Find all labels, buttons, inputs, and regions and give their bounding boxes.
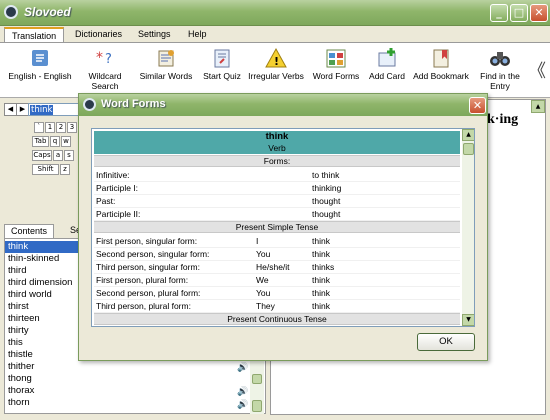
- irregular-verbs-icon: !: [265, 47, 287, 69]
- add-card-icon: [376, 47, 398, 69]
- wildcard-search-button[interactable]: *? Wildcard Search: [80, 47, 130, 91]
- toolbar-more-icon[interactable]: 《: [528, 57, 546, 83]
- key[interactable]: `: [34, 122, 44, 133]
- add-card-button[interactable]: Add Card: [366, 47, 408, 81]
- title-bar: Slovoed _ □ ✕: [0, 0, 550, 26]
- table-row: Participle II: thought: [94, 208, 460, 221]
- binoculars-icon: [489, 47, 511, 69]
- headword: think: [265, 131, 289, 142]
- add-bookmark-button[interactable]: Add Bookmark: [412, 47, 470, 81]
- table-row: Third person, plural form: They think: [94, 300, 460, 313]
- svg-text:!: !: [274, 55, 279, 68]
- list-item[interactable]: thorax: [8, 385, 34, 397]
- minimize-button[interactable]: _: [490, 4, 508, 22]
- quiz-icon: [211, 47, 233, 69]
- list-item[interactable]: thistle: [8, 349, 33, 361]
- similar-words-icon: [155, 47, 177, 69]
- key[interactable]: q: [50, 136, 60, 147]
- article-headword: k·ing: [487, 112, 519, 127]
- list-item[interactable]: thirteen: [8, 313, 40, 325]
- svg-text:?: ?: [105, 52, 112, 67]
- table-row: Participle I: thinking: [94, 182, 460, 195]
- english-english-button[interactable]: English - English: [6, 47, 74, 81]
- word-forms-icon: [325, 47, 347, 69]
- toolbar: English - English *? Wildcard Search Sim…: [0, 42, 550, 98]
- key[interactable]: a: [53, 150, 63, 161]
- maximize-button[interactable]: □: [510, 4, 528, 22]
- app-logo-icon: [83, 98, 96, 111]
- section-header: Present Simple Tense: [94, 221, 460, 233]
- table-row: Second person, singular form: You think: [94, 248, 460, 261]
- app-logo-icon: [4, 5, 18, 19]
- key[interactable]: Shift: [32, 164, 59, 175]
- bookmark-icon: [430, 47, 452, 69]
- tab-dictionaries[interactable]: Dictionaries: [68, 27, 129, 43]
- key[interactable]: Tab: [32, 136, 49, 147]
- key[interactable]: 3: [67, 122, 77, 133]
- dialog-close-button[interactable]: ✕: [469, 97, 486, 114]
- tab-help[interactable]: Help: [181, 27, 214, 43]
- table-row: First person, plural form: We think: [94, 274, 460, 287]
- tab-translation[interactable]: Translation: [4, 27, 65, 43]
- part-of-speech: Verb: [268, 143, 286, 153]
- scroll-thumb[interactable]: [463, 143, 474, 155]
- key[interactable]: s: [64, 150, 74, 161]
- word-forms-header: think Verb: [94, 131, 460, 154]
- similar-words-button[interactable]: Similar Words: [137, 47, 195, 81]
- list-item[interactable]: thorn: [8, 397, 30, 409]
- table-row: Past: thought: [94, 195, 460, 208]
- speaker-icon[interactable]: 🔊: [237, 387, 248, 397]
- scroll-down-button[interactable]: [252, 400, 262, 412]
- word-forms-dialog: Word Forms ✕ think Verb Forms: Infinitiv…: [78, 93, 488, 361]
- scroll-down-button[interactable]: ▼: [462, 314, 474, 326]
- table-row: First person, singular form: I think: [94, 235, 460, 248]
- search-value: think: [30, 105, 54, 115]
- status-bar: [0, 415, 550, 420]
- key[interactable]: w: [61, 136, 71, 147]
- list-item[interactable]: third dimension: [8, 277, 72, 289]
- key[interactable]: 2: [56, 122, 66, 133]
- svg-text:*: *: [96, 50, 103, 66]
- book-icon: [29, 47, 51, 69]
- scroll-thumb[interactable]: [252, 374, 262, 384]
- key[interactable]: Caps: [32, 150, 52, 161]
- irregular-verbs-button[interactable]: ! Irregular Verbs: [247, 47, 305, 81]
- wildcard-icon: *?: [94, 47, 116, 69]
- table-row: Second person, plural form: You think: [94, 287, 460, 300]
- list-item[interactable]: thirty: [8, 325, 29, 337]
- find-in-entry-button[interactable]: Find in the Entry: [476, 47, 524, 91]
- section-header: Forms:: [94, 155, 460, 167]
- close-button[interactable]: ✕: [530, 4, 548, 22]
- word-forms-table[interactable]: think Verb Forms: Infinitive: to think P…: [91, 128, 475, 327]
- list-item[interactable]: this: [8, 337, 23, 349]
- ok-button[interactable]: OK: [417, 333, 475, 351]
- list-item[interactable]: third: [8, 265, 26, 277]
- section-header: Present Continuous Tense: [94, 313, 460, 325]
- dialog-title-bar: Word Forms ✕: [79, 94, 487, 116]
- table-row: Infinitive: to think: [94, 169, 460, 182]
- speaker-icon[interactable]: 🔊: [237, 400, 248, 410]
- list-item[interactable]: third world: [8, 289, 52, 301]
- word-forms-scrollbar[interactable]: ▲ ▼: [462, 129, 474, 326]
- list-item[interactable]: thither: [8, 361, 34, 373]
- start-quiz-button[interactable]: Start Quiz: [200, 47, 244, 81]
- app-title: Slovoed: [24, 5, 71, 19]
- word-forms-button[interactable]: Word Forms: [310, 47, 362, 81]
- scroll-up-button[interactable]: ▲: [462, 129, 474, 141]
- list-item[interactable]: thirst: [8, 301, 29, 313]
- dialog-title: Word Forms: [101, 98, 166, 110]
- article-scroll-up-button[interactable]: ▲: [531, 100, 545, 113]
- key[interactable]: z: [60, 164, 70, 175]
- table-row: Third person, singular form: He/she/it t…: [94, 261, 460, 274]
- key[interactable]: 1: [45, 122, 55, 133]
- speaker-icon[interactable]: 🔊: [237, 363, 248, 373]
- tab-settings[interactable]: Settings: [131, 27, 178, 43]
- tab-contents[interactable]: Contents: [4, 224, 55, 238]
- list-item[interactable]: thin-skinned: [8, 253, 59, 265]
- list-item[interactable]: thong: [8, 373, 32, 385]
